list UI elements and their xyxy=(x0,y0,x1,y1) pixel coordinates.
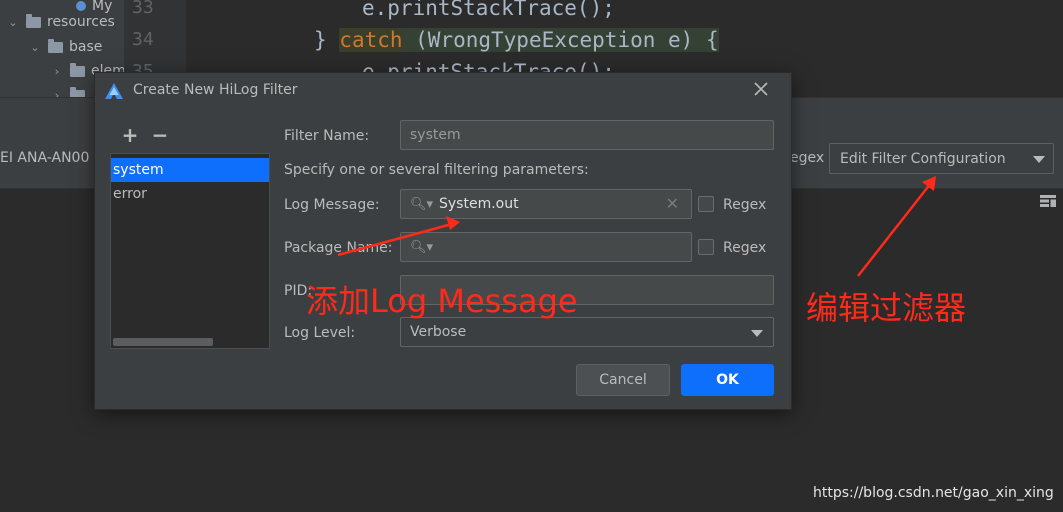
dialog-title: Create New HiLog Filter xyxy=(133,82,298,98)
package-name-label: Package Name: xyxy=(284,240,393,256)
folder-icon xyxy=(26,13,41,28)
filter-list-item[interactable]: system xyxy=(111,158,269,182)
watermark: https://blog.csdn.net/gao_xin_xing xyxy=(813,485,1054,501)
list-scrollbar[interactable] xyxy=(113,338,213,346)
tree-item-base[interactable]: ⌄ base xyxy=(28,36,102,58)
list-toolbar: + − xyxy=(121,123,181,147)
regex-label: Regex xyxy=(723,197,767,213)
chevron-down-icon xyxy=(751,330,763,337)
log-message-regex-checkbox[interactable] xyxy=(698,196,714,212)
code-line-33: e.printStackTrace(); xyxy=(362,0,615,20)
tree-item-label: base xyxy=(69,39,103,55)
chevron-down-icon xyxy=(1033,156,1045,163)
filter-list-item[interactable]: error xyxy=(111,182,269,206)
file-icon xyxy=(76,1,86,11)
remove-filter-button[interactable]: − xyxy=(151,123,169,147)
filter-name-label: Filter Name: xyxy=(284,128,370,144)
device-selector[interactable]: EI ANA-AN00 xyxy=(0,150,89,166)
search-icon: 🔍︎▾ xyxy=(410,240,434,255)
filter-name-field[interactable]: system xyxy=(400,120,774,150)
code-text: } xyxy=(314,28,340,52)
dialog-title-bar: Create New HiLog Filter xyxy=(95,73,791,109)
package-name-field[interactable]: 🔍︎▾ xyxy=(400,232,692,262)
ok-button[interactable]: OK xyxy=(681,364,774,396)
cancel-button[interactable]: Cancel xyxy=(576,364,670,396)
package-name-regex-checkbox[interactable] xyxy=(698,239,714,255)
chevron-down-icon: ⌄ xyxy=(8,15,18,29)
filter-config-label: Edit Filter Configuration xyxy=(840,151,1006,167)
filter-config-dropdown[interactable]: Edit Filter Configuration xyxy=(829,143,1054,174)
log-message-field[interactable]: 🔍︎▾ System.out ✕ xyxy=(400,189,692,219)
app-logo-icon xyxy=(105,83,123,99)
tree-item-label: resources xyxy=(47,14,115,30)
code-keyword: catch xyxy=(339,28,403,52)
filter-hint-text: Specify one or several filtering paramet… xyxy=(284,162,589,178)
code-text: e.printStackTrace(); xyxy=(362,0,615,20)
filter-name-value: system xyxy=(410,127,461,143)
tree-item-resources[interactable]: ⌄ resources xyxy=(6,11,115,33)
create-filter-dialog: Create New HiLog Filter + − system error … xyxy=(94,72,792,410)
folder-icon xyxy=(70,62,85,77)
log-level-value: Verbose xyxy=(410,324,467,340)
folder-icon xyxy=(48,38,63,53)
chevron-down-icon: ⌄ xyxy=(30,40,40,54)
layout-icon[interactable] xyxy=(1040,195,1056,207)
code-line-34: } catch (WrongTypeException e) { xyxy=(314,28,719,52)
search-icon: 🔍︎▾ xyxy=(410,197,434,212)
clear-icon[interactable]: ✕ xyxy=(666,194,679,213)
tree-item-next[interactable]: › xyxy=(50,84,85,97)
line-number: 34 xyxy=(132,29,154,50)
annotation-add-log-message: 添加Log Message xyxy=(306,282,578,320)
code-text: (WrongTypeException e) { xyxy=(402,28,719,52)
log-level-label: Log Level: xyxy=(284,325,356,341)
filter-list[interactable]: system error xyxy=(110,153,270,349)
regex-label: Regex xyxy=(723,240,767,256)
add-filter-button[interactable]: + xyxy=(121,123,139,147)
chevron-right-icon: › xyxy=(54,88,60,98)
log-message-value: System.out xyxy=(439,196,519,212)
regex-label: egex xyxy=(790,150,825,166)
line-number: 33 xyxy=(132,0,154,18)
close-icon[interactable] xyxy=(753,81,769,97)
log-message-label: Log Message: xyxy=(284,197,380,213)
annotation-edit-filter: 编辑过滤器 xyxy=(806,289,967,327)
chevron-right-icon: › xyxy=(54,64,60,78)
folder-icon xyxy=(70,86,85,97)
